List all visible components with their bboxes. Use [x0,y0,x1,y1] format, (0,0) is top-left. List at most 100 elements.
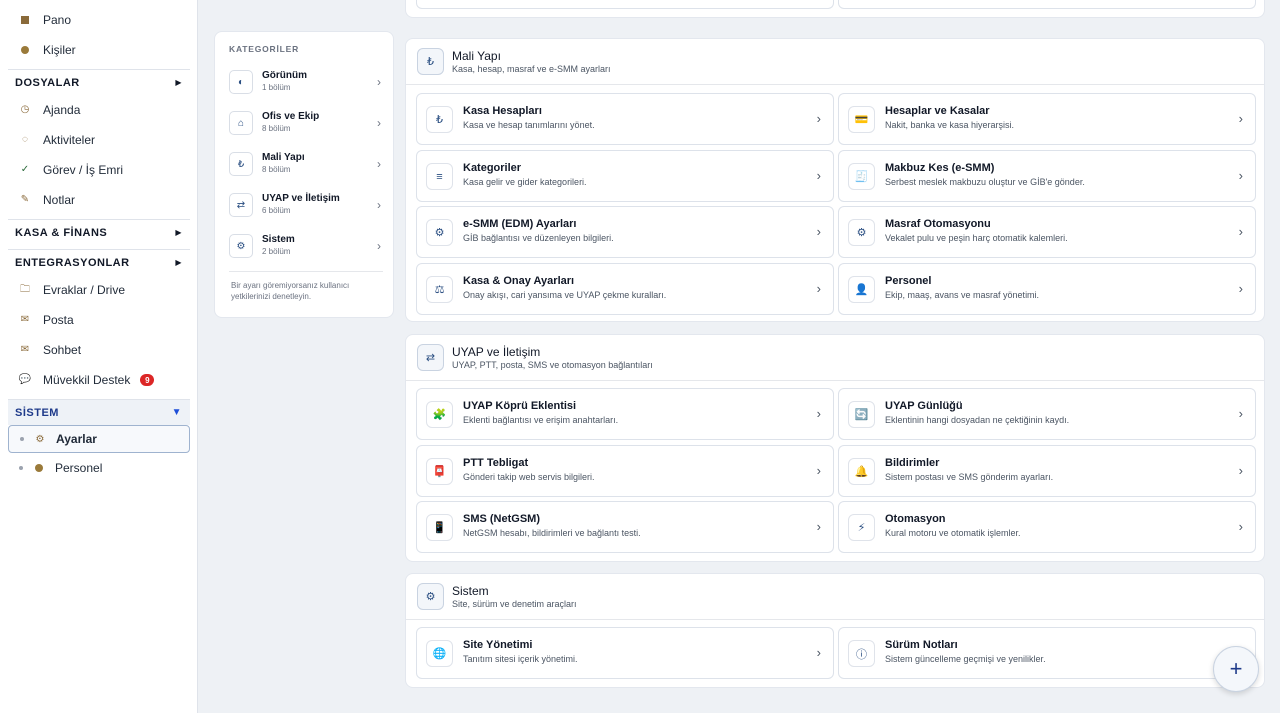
chevron-right-icon: › [377,157,381,171]
chevron-right-icon: › [816,168,821,183]
setting-description: Eklenti bağlantısı ve erişim anahtarları… [463,415,619,425]
chevron-right-icon: › [816,645,821,660]
gear-icon: ⚙ [848,219,875,246]
section-subtitle: UYAP, PTT, posta, SMS ve otomasyon bağla… [452,360,653,370]
person-icon [33,462,45,474]
sidebar-item-aktiviteler[interactable]: ◌ Aktiviteler [8,126,190,154]
setting-ptt-tebligat[interactable]: 📮 PTT Tebligat Gönderi takip web servis … [416,445,834,497]
contacts-icon [18,43,32,57]
setting-personel[interactable]: 👤 Personel Ekip, maaş, avans ve masraf y… [838,263,1256,315]
setting-uyap-kopru-eklentisi[interactable]: 🧩 UYAP Köprü Eklentisi Eklenti bağlantıs… [416,388,834,440]
category-count: 2 bölüm [262,247,291,256]
category-name: Sistem [262,234,295,245]
sidebar-item-evraklar[interactable]: 🗀 Evraklar / Drive [8,276,190,304]
chevron-right-icon: › [816,463,821,478]
person-icon: 👤 [848,276,875,303]
setting-esmm-ayarlari[interactable]: ⚙ e-SMM (EDM) Ayarları GİB bağlantısı ve… [416,206,834,258]
sidebar-group-dosyalar[interactable]: DOSYALAR ▶ [8,69,190,95]
sidebar-group-sistem[interactable]: SİSTEM ▼ [8,399,190,425]
caret-down-icon: ▼ [171,407,182,418]
sidebar-item-ayarlar[interactable]: ⚙ Ayarlar [8,425,190,453]
setting-title: Kategoriler [463,162,522,174]
setting-title: PTT Tebligat [463,457,529,469]
setting-description: Serbest meslek makbuzu oluştur ve GİB'e … [885,177,1085,187]
setting-title: UYAP Günlüğü [885,400,963,412]
credit-card-icon: 💳 [848,106,875,133]
bullet-icon [20,437,24,441]
setting-description: Kural motoru ve otomatik işlemler. [885,528,1021,538]
sidebar-item-label: Kişiler [43,43,76,57]
sidebar-item-notlar[interactable]: ✎ Notlar [8,186,190,214]
unread-badge: 9 [140,374,155,386]
sidebar-item-pano[interactable]: Pano [8,6,190,34]
dashboard-icon [18,13,32,27]
category-name: Ofis ve Ekip [262,111,320,122]
category-gorunum[interactable]: ◐ Görünüm 1 bölüm › [229,66,383,100]
sidebar-group-label: SİSTEM [15,406,59,419]
setting-kategoriler[interactable]: ≡ Kategoriler Kasa gelir ve gider katego… [416,150,834,202]
setting-description: Sistem güncelleme geçmişi ve yenilikler. [885,654,1046,664]
setting-makbuz-kes[interactable]: 🧾 Makbuz Kes (e-SMM) Serbest meslek makb… [838,150,1256,202]
list-icon: ≡ [426,163,453,190]
category-count: 8 bölüm [262,124,291,133]
category-count: 1 bölüm [262,83,291,92]
setting-hesaplar-ve-kasalar[interactable]: 💳 Hesaplar ve Kasalar Nakit, banka ve ka… [838,93,1256,145]
setting-sms-netgsm[interactable]: 📱 SMS (NetGSM) NetGSM hesabı, bildirimle… [416,501,834,553]
sidebar-item-personel[interactable]: Personel [8,454,190,482]
sidebar-item-label: Ajanda [43,103,81,117]
caret-right-icon: ▶ [175,258,182,267]
setting-title: Sürüm Notları [885,639,958,651]
section-title: Sistem [452,584,489,598]
section-mali-yapi: ₺ Mali Yapı Kasa, hesap, masraf ve e-SMM… [405,38,1265,322]
setting-otomasyon[interactable]: ⚡ Otomasyon Kural motoru ve otomatik işl… [838,501,1256,553]
setting-bildirimler[interactable]: 🔔 Bildirimler Sistem postası ve SMS gönd… [838,445,1256,497]
sidebar-item-muvekkil-destek[interactable]: 💬 Müvekkil Destek 9 [8,366,190,394]
chevron-right-icon: › [1238,224,1243,239]
setting-title: Masraf Otomasyonu [885,218,991,230]
category-count: 8 bölüm [262,165,291,174]
categories-title: KATEGORİLER [229,44,300,54]
section-header: ⚙ Sistem Site, sürüm ve denetim araçları [406,574,1264,620]
mailbox-icon: 📮 [426,458,453,485]
caret-right-icon: ▶ [175,228,182,237]
chevron-right-icon: › [377,75,381,89]
setting-uyap-gunlugu[interactable]: 🔄 UYAP Günlüğü Eklentinin hangi dosyadan… [838,388,1256,440]
chevron-right-icon: › [1238,406,1243,421]
sidebar-item-gorev[interactable]: ✓ Görev / İş Emri [8,156,190,184]
category-uyap-ve-iletisim[interactable]: ⇄ UYAP ve İletişim 6 bölüm › [229,189,383,223]
sidebar-group-entegrasyonlar[interactable]: ENTEGRASYONLAR ▶ [8,249,190,275]
setting-masraf-otomasyonu[interactable]: ⚙ Masraf Otomasyonu Vekalet pulu ve peşi… [838,206,1256,258]
setting-card-partial[interactable] [416,0,834,9]
sidebar-group-label: DOSYALAR [15,76,80,89]
setting-site-yonetimi[interactable]: 🌐 Site Yönetimi Tanıtım sitesi içerik yö… [416,627,834,679]
mail-icon: ✉ [20,314,30,325]
sidebar-item-label: Notlar [43,193,76,207]
section-sistem: ⚙ Sistem Site, sürüm ve denetim araçları… [405,573,1265,688]
category-name: Mali Yapı [262,152,305,163]
add-button[interactable]: + [1213,646,1259,692]
sidebar-item-ajanda[interactable]: ◷ Ajanda [8,96,190,124]
setting-kasa-onay-ayarlari[interactable]: ⚖ Kasa & Onay Ayarları Onay akışı, cari … [416,263,834,315]
category-mali-yapi[interactable]: ₺ Mali Yapı 8 bölüm › [229,148,383,182]
sidebar-item-posta[interactable]: ✉ Posta [8,306,190,334]
setting-card-partial[interactable] [838,0,1256,9]
setting-title: Kasa Hesapları [463,105,542,117]
category-ofis-ve-ekip[interactable]: ⌂ Ofis ve Ekip 8 bölüm › [229,107,383,141]
category-sistem[interactable]: ⚙ Sistem 2 bölüm › [229,230,383,264]
setting-description: Nakit, banka ve kasa hiyerarşisi. [885,120,1015,130]
setting-title: Makbuz Kes (e-SMM) [885,162,995,174]
section-subtitle: Site, sürüm ve denetim araçları [452,599,577,609]
sidebar-item-kisiler[interactable]: Kişiler [8,36,190,64]
setting-description: Vekalet pulu ve peşin harç otomatik kale… [885,233,1068,243]
setting-surum-notlari[interactable]: ⓘ Sürüm Notları Sistem güncelleme geçmiş… [838,627,1256,679]
chevron-right-icon: › [816,406,821,421]
setting-kasa-hesaplari[interactable]: ₺ Kasa Hesapları Kasa ve hesap tanımları… [416,93,834,145]
setting-title: Personel [885,275,932,287]
sidebar-group-kasa[interactable]: KASA & FİNANS ▶ [8,219,190,245]
section-header: ₺ Mali Yapı Kasa, hesap, masraf ve e-SMM… [406,39,1264,85]
sidebar-item-sohbet[interactable]: ✉ Sohbet [8,336,190,364]
gear-icon: ⚙ [417,583,444,610]
chevron-right-icon: › [1238,168,1243,183]
sidebar-item-label: Ayarlar [56,432,97,446]
sidebar-item-label: Sohbet [43,343,82,357]
